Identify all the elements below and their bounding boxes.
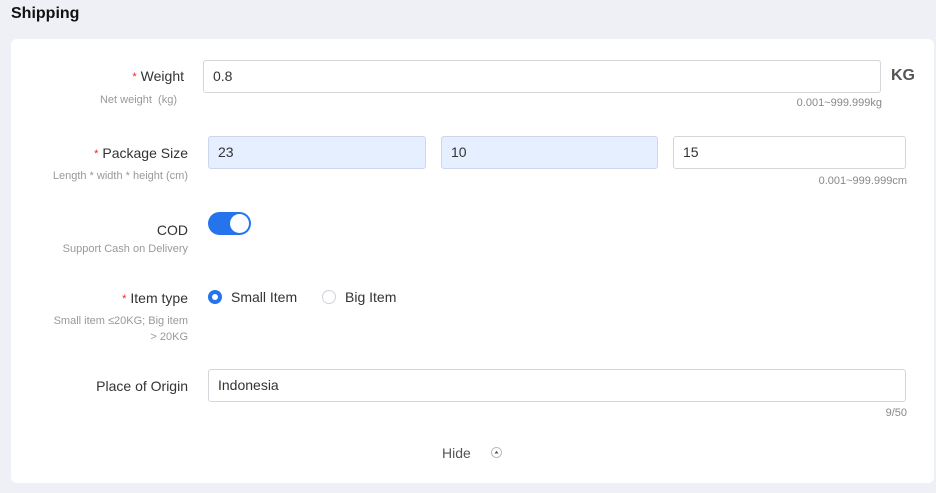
- package-length-input[interactable]: 23: [208, 136, 426, 169]
- item-type-hint: Small item ≤20KG; Big item > 20KG: [20, 313, 188, 345]
- hide-button[interactable]: Hide: [442, 445, 471, 461]
- cod-label: COD: [156, 222, 188, 238]
- small-item-radio[interactable]: [208, 290, 222, 304]
- toggle-knob: [230, 214, 249, 233]
- item-type-label-text: Item type: [130, 290, 188, 306]
- origin-counter: 9/50: [885, 407, 907, 419]
- package-width-input[interactable]: 10: [441, 136, 658, 169]
- chevron-up-icon[interactable]: [491, 447, 502, 458]
- origin-input[interactable]: Indonesia: [208, 369, 906, 402]
- weight-label: * Weight: [40, 68, 184, 84]
- package-height-input[interactable]: 15: [673, 136, 906, 169]
- small-item-label[interactable]: Small Item: [231, 289, 297, 305]
- big-item-radio[interactable]: [322, 290, 336, 304]
- weight-input[interactable]: 0.8: [203, 60, 881, 93]
- package-size-label: * Package Size: [40, 145, 188, 161]
- weight-hint: Net weight (kg): [99, 94, 177, 106]
- section-title: Shipping: [11, 5, 80, 22]
- required-marker: *: [94, 148, 99, 160]
- cod-toggle[interactable]: [208, 212, 251, 235]
- package-size-hint: Length * width * height (cm): [52, 170, 188, 182]
- weight-unit: KG: [891, 67, 915, 84]
- weight-label-text: Weight: [140, 68, 184, 84]
- item-type-hint-line2: > 20KG: [150, 331, 188, 343]
- item-type-label: * Item type: [40, 290, 188, 306]
- origin-label: Place of Origin: [96, 378, 188, 394]
- required-marker: *: [132, 71, 137, 83]
- package-size-label-text: Package Size: [102, 145, 188, 161]
- cod-hint: Support Cash on Delivery: [62, 243, 188, 255]
- big-item-label[interactable]: Big Item: [345, 289, 396, 305]
- required-marker: *: [122, 293, 127, 305]
- package-size-range: 0.001~999.999cm: [818, 175, 907, 187]
- weight-range: 0.001~999.999kg: [796, 97, 882, 109]
- item-type-hint-line1: Small item ≤20KG; Big item: [53, 315, 188, 327]
